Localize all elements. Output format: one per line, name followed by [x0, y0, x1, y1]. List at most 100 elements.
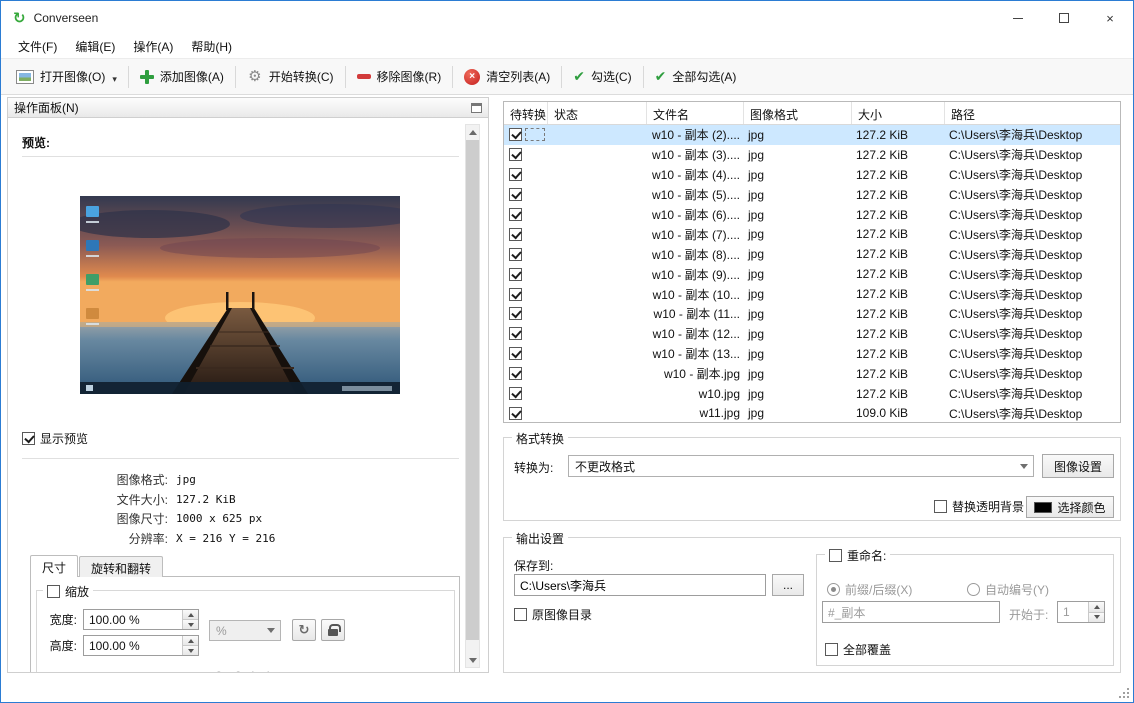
spin-down-icon[interactable]: [183, 619, 198, 629]
toolbar-button[interactable]: ✔勾选(C): [566, 64, 638, 89]
scroll-up-button[interactable]: [466, 125, 479, 139]
table-row[interactable]: w10 - 副本 (11...jpg127.2 KiBC:\Users\李海兵\…: [504, 304, 1120, 324]
image-settings-button[interactable]: 图像设置: [1042, 454, 1114, 478]
source-dir-checkbox[interactable]: 原图像目录: [514, 606, 592, 623]
table-row[interactable]: w10 - 副本 (2)....jpg127.2 KiBC:\Users\李海兵…: [504, 125, 1120, 145]
spinner-arrows[interactable]: [1088, 602, 1104, 622]
status-cell: [548, 364, 647, 384]
table-row[interactable]: w10 - 副本 (5)....jpg127.2 KiBC:\Users\李海兵…: [504, 185, 1120, 205]
row-checkbox[interactable]: [509, 407, 522, 420]
toolbar: 打开图像(O)▾ 添加图像(A) ⚙开始转换(C) 移除图像(R) ×清空列表(A) ✔勾…: [1, 59, 1133, 95]
checkbox-cell: [504, 284, 548, 304]
source-dir-label: 原图像目录: [532, 606, 592, 623]
checkbox-cell: [504, 264, 548, 284]
table-row[interactable]: w10 - 副本 (3)....jpg127.2 KiBC:\Users\李海兵…: [504, 145, 1120, 165]
table-row[interactable]: w10 - 副本 (10...jpg127.2 KiBC:\Users\李海兵\…: [504, 284, 1120, 304]
table-row[interactable]: w10 - 副本 (9)....jpg127.2 KiBC:\Users\李海兵…: [504, 264, 1120, 284]
column-header[interactable]: 待转换: [504, 102, 548, 124]
toolbar-button[interactable]: ⚙开始转换(C): [240, 64, 341, 89]
table-row[interactable]: w11.jpgjpg109.0 KiBC:\Users\李海兵\Desktop: [504, 403, 1120, 423]
row-checkbox[interactable]: [509, 208, 522, 221]
spin-up-icon[interactable]: [1089, 602, 1104, 612]
table-row[interactable]: w10 - 副本 (4)....jpg127.2 KiBC:\Users\李海兵…: [504, 165, 1120, 185]
toolbar-button[interactable]: ×清空列表(A): [457, 64, 557, 89]
close-button[interactable]: ×: [1087, 1, 1133, 35]
panel-tab[interactable]: 旋转和翻转: [79, 556, 163, 577]
minimize-button[interactable]: [995, 1, 1041, 35]
table-row[interactable]: w10 - 副本 (12...jpg127.2 KiBC:\Users\李海兵\…: [504, 324, 1120, 344]
column-header[interactable]: 路径: [945, 102, 1120, 124]
table-row[interactable]: w10 - 副本 (8)....jpg127.2 KiBC:\Users\李海兵…: [504, 244, 1120, 264]
start-at-spinbox[interactable]: 1: [1057, 601, 1105, 623]
height-spinbox[interactable]: 100.00 %: [83, 635, 199, 656]
row-checkbox[interactable]: [509, 387, 522, 400]
row-checkbox[interactable]: [509, 168, 522, 181]
toolbar-button[interactable]: ✔全部勾选(A): [648, 64, 744, 89]
show-preview-checkbox[interactable]: 显示预览: [22, 430, 88, 447]
unit-combobox[interactable]: %: [209, 620, 281, 641]
row-checkbox[interactable]: [509, 248, 522, 261]
spinner-arrows[interactable]: [182, 610, 198, 629]
info-row: 图像尺寸:1000 x 625 px: [8, 509, 488, 529]
panel-tab[interactable]: 尺寸: [30, 555, 78, 577]
menubar: 文件(F)编辑(E)操作(A)帮助(H): [1, 35, 1133, 59]
menu-item[interactable]: 操作(A): [124, 35, 182, 58]
info-value: jpg: [176, 473, 196, 486]
row-checkbox[interactable]: [509, 228, 522, 241]
path-cell: C:\Users\李海兵\Desktop: [945, 264, 1120, 284]
radio-icon: [967, 583, 980, 596]
menu-item[interactable]: 编辑(E): [66, 35, 124, 58]
column-header[interactable]: 大小: [852, 102, 945, 124]
width-spinbox[interactable]: 100.00 %: [83, 609, 199, 630]
row-checkbox[interactable]: [509, 268, 522, 281]
rename-pattern-input[interactable]: [822, 601, 1000, 623]
toolbar-button[interactable]: 打开图像(O)▾: [9, 64, 124, 89]
column-header[interactable]: 文件名: [647, 102, 744, 124]
resize-grip[interactable]: [1119, 688, 1129, 698]
lock-ratio-button[interactable]: [321, 619, 345, 641]
reset-size-button[interactable]: ↻: [292, 619, 316, 641]
toolbar-button[interactable]: 移除图像(R): [350, 64, 449, 89]
browse-button[interactable]: ...: [772, 574, 804, 596]
rename-checkbox[interactable]: 重命名:: [825, 547, 890, 564]
overwrite-all-checkbox[interactable]: 全部覆盖: [825, 641, 891, 658]
scroll-down-button[interactable]: [466, 653, 479, 667]
row-checkbox[interactable]: [509, 327, 522, 340]
spin-up-icon[interactable]: [183, 610, 198, 619]
spin-up-icon[interactable]: [183, 636, 198, 645]
row-checkbox[interactable]: [509, 188, 522, 201]
format-cell: jpg: [744, 224, 852, 244]
spin-down-icon[interactable]: [1089, 612, 1104, 623]
prefix-suffix-radio[interactable]: 前缀/后缀(X): [827, 581, 912, 598]
replace-transparent-bg-checkbox[interactable]: 替换透明背景: [934, 498, 1024, 515]
scale-checkbox[interactable]: 缩放: [43, 583, 93, 600]
menu-item[interactable]: 帮助(H): [182, 35, 241, 58]
row-checkbox[interactable]: [509, 288, 522, 301]
table-row[interactable]: w10.jpgjpg127.2 KiBC:\Users\李海兵\Desktop: [504, 384, 1120, 404]
panel-scrollbar[interactable]: [465, 124, 480, 668]
table-row[interactable]: w10 - 副本 (7)....jpg127.2 KiBC:\Users\李海兵…: [504, 224, 1120, 244]
auto-number-radio[interactable]: 自动编号(Y): [967, 581, 1049, 598]
row-checkbox[interactable]: [509, 367, 522, 380]
maximize-button[interactable]: [1041, 1, 1087, 35]
open-image-icon: [16, 70, 34, 84]
spinner-arrows[interactable]: [182, 636, 198, 655]
row-checkbox[interactable]: [509, 128, 522, 141]
row-checkbox[interactable]: [509, 148, 522, 161]
convert-format-combobox[interactable]: 不更改格式: [568, 455, 1034, 477]
spin-down-icon[interactable]: [183, 645, 198, 655]
checkbox-cell: [504, 125, 548, 145]
scroll-thumb[interactable]: [466, 140, 479, 640]
float-panel-button[interactable]: [471, 103, 482, 113]
choose-color-button[interactable]: 选择颜色: [1026, 496, 1114, 518]
row-checkbox[interactable]: [509, 347, 522, 360]
menu-item[interactable]: 文件(F): [9, 35, 66, 58]
toolbar-button[interactable]: 添加图像(A): [133, 64, 231, 89]
table-row[interactable]: w10 - 副本.jpgjpg127.2 KiBC:\Users\李海兵\Des…: [504, 364, 1120, 384]
column-header[interactable]: 状态: [548, 102, 647, 124]
table-row[interactable]: w10 - 副本 (13...jpg127.2 KiBC:\Users\李海兵\…: [504, 344, 1120, 364]
save-path-input[interactable]: [514, 574, 766, 596]
table-row[interactable]: w10 - 副本 (6)....jpg127.2 KiBC:\Users\李海兵…: [504, 205, 1120, 225]
column-header[interactable]: 图像格式: [744, 102, 852, 124]
row-checkbox[interactable]: [509, 307, 522, 320]
